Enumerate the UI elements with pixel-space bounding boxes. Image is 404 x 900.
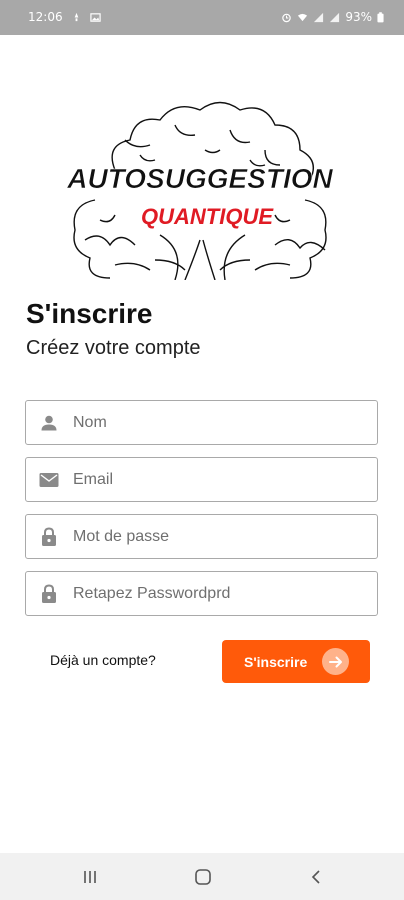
status-bar: 12:06 93%: [0, 0, 404, 35]
signal-icon: [314, 12, 324, 22]
name-input[interactable]: [73, 413, 353, 432]
system-nav-bar: [0, 853, 404, 900]
name-field[interactable]: [25, 400, 378, 445]
email-field[interactable]: [25, 457, 378, 502]
password-input[interactable]: [73, 527, 353, 546]
home-icon[interactable]: [193, 867, 213, 887]
signup-button-label: S'inscrire: [244, 653, 308, 670]
lock-icon: [39, 526, 59, 547]
arrow-right-icon: [322, 648, 349, 675]
email-input[interactable]: [73, 470, 353, 489]
confirm-password-field[interactable]: [25, 571, 378, 616]
mail-icon: [39, 470, 59, 490]
image-icon: [89, 12, 101, 22]
logo-line1: AUTOSUGGESTION: [66, 163, 333, 194]
status-time: 12:06: [28, 10, 63, 24]
battery-percent: 93%: [345, 10, 372, 24]
login-link[interactable]: Déjà un compte?: [50, 652, 156, 668]
recents-icon[interactable]: [80, 867, 100, 887]
signup-screen: 12:06 93% AUTOSUGGESTION QUANTIQUE S'ins…: [0, 0, 404, 900]
signup-button[interactable]: S'inscrire: [222, 640, 370, 683]
app-logo: AUTOSUGGESTION QUANTIQUE: [55, 100, 345, 281]
page-title: S'inscrire: [26, 298, 153, 329]
password-field[interactable]: [25, 514, 378, 559]
lock-icon: [39, 583, 59, 604]
logo-line2: QUANTIQUE: [141, 204, 274, 229]
wifi-icon: [298, 13, 308, 21]
tree-logo-icon: AUTOSUGGESTION QUANTIQUE: [66, 101, 334, 281]
confirm-password-input[interactable]: [73, 584, 353, 603]
back-icon[interactable]: [306, 867, 326, 887]
notification-icon: [74, 12, 78, 21]
page-subtitle: Créez votre compte: [26, 337, 201, 359]
alarm-icon: [282, 13, 292, 22]
signal-icon-2: [330, 12, 340, 22]
battery-icon: [377, 11, 384, 22]
person-icon: [39, 413, 59, 433]
